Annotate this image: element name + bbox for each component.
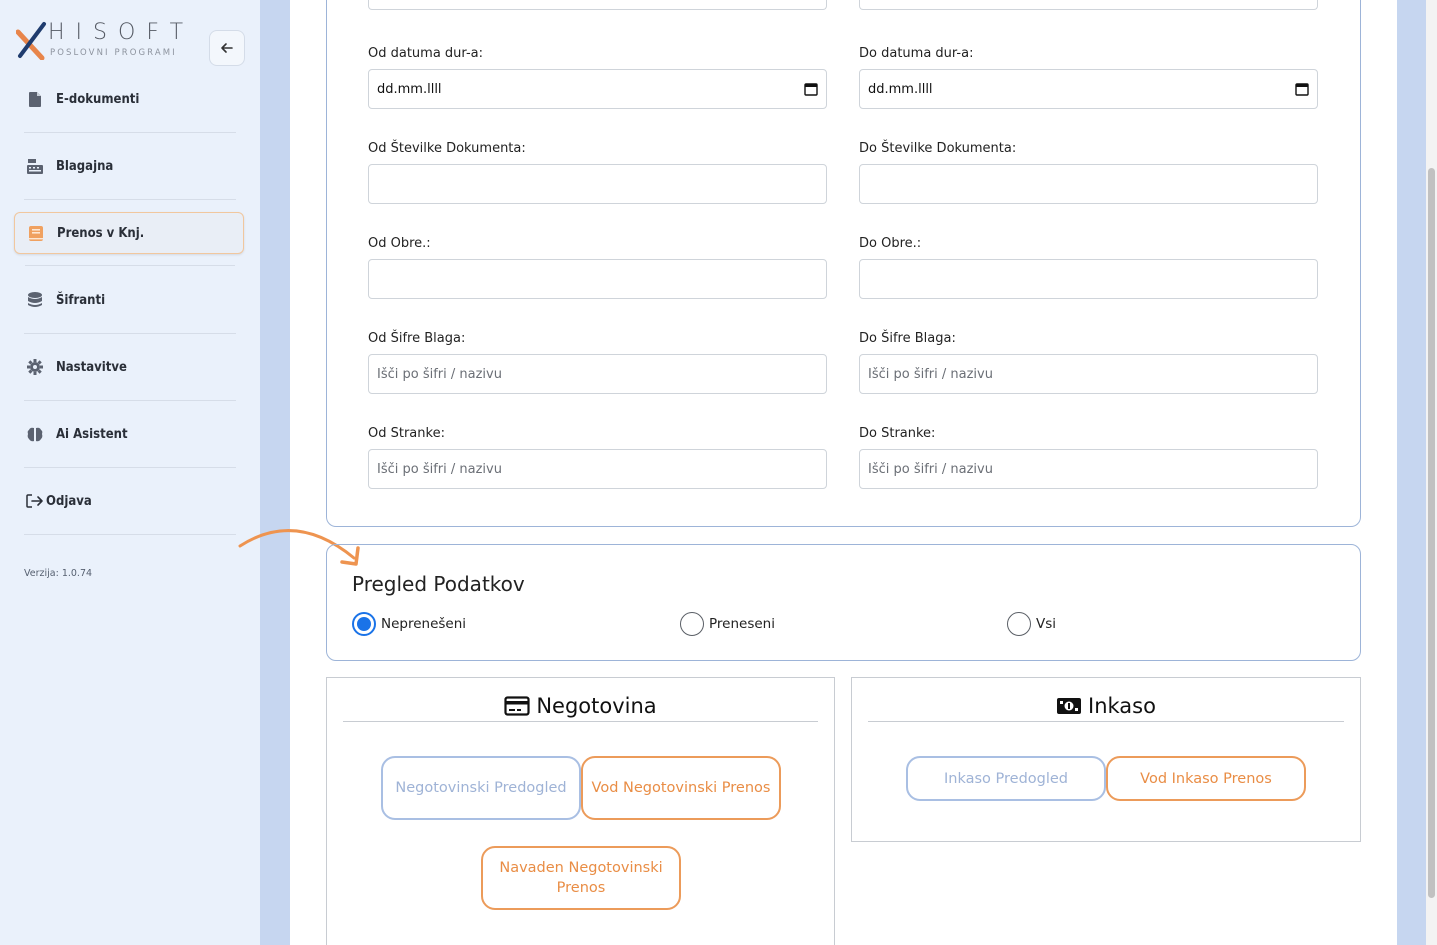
od-sifre-blaga-input[interactable]: Išči po šifri / nazivu xyxy=(368,354,827,394)
od-stevilke-input[interactable] xyxy=(368,164,827,204)
radio-button[interactable] xyxy=(352,612,376,636)
database-icon xyxy=(26,291,44,309)
radio-label: Vsi xyxy=(1036,616,1057,632)
do-datuma-input[interactable]: dd.mm.llll xyxy=(859,69,1318,109)
file-icon xyxy=(26,90,44,108)
sidebar-nav: E-dokumenti Blagajna Prenos v Knj. Šifra… xyxy=(14,78,244,547)
inkaso-predogled-button[interactable]: Inkaso Predogled xyxy=(906,756,1106,801)
previous-field-input[interactable] xyxy=(368,0,827,10)
version-label: Verzija: 1.0.74 xyxy=(24,568,93,579)
do-stevilke-input[interactable] xyxy=(859,164,1318,204)
negotovina-card: Negotovina Negotovinski Predogled Vod Ne… xyxy=(326,677,835,945)
od-sifre-blaga-field: Od Šifre Blaga: Išči po šifri / nazivu xyxy=(368,331,827,394)
sidebar-item-sifranti[interactable]: Šifranti xyxy=(14,279,244,334)
inkaso-title: Inkaso xyxy=(1088,693,1156,718)
page-scrollbar[interactable] xyxy=(1426,0,1437,945)
od-datuma-label: Od datuma dur-a: xyxy=(368,46,483,61)
pregled-title: Pregled Podatkov xyxy=(352,572,525,596)
do-stranke-field: Do Stranke: Išči po šifri / nazivu xyxy=(859,426,1318,489)
negotovina-title: Negotovina xyxy=(536,693,657,718)
sidebar-item-ai-asistent[interactable]: Ai Asistent xyxy=(14,413,244,468)
radio-button[interactable] xyxy=(1007,612,1031,636)
od-datuma-field: Od datuma dur-a: dd.mm.llll xyxy=(368,46,827,109)
od-obre-input[interactable] xyxy=(368,259,827,299)
vod-negotovinski-prenos-button[interactable]: Vod Negotovinski Prenos xyxy=(581,756,781,820)
calendar-icon[interactable] xyxy=(1295,82,1309,96)
od-datuma-value: dd.mm.llll xyxy=(377,81,442,97)
od-stranke-field: Od Stranke: Išči po šifri / nazivu xyxy=(368,426,827,489)
money-bill-icon xyxy=(1057,697,1082,714)
inkaso-header: Inkaso xyxy=(868,690,1344,722)
sidebar-item-blagajna[interactable]: Blagajna xyxy=(14,145,244,200)
radio-nepreneseni[interactable]: Neprenešeni xyxy=(352,612,466,636)
brand-logo: HISOFT POSLOVNI PROGRAMI xyxy=(16,18,206,64)
do-datuma-value: dd.mm.llll xyxy=(868,81,933,97)
logout-icon xyxy=(26,492,44,510)
sidebar-item-label: Ai Asistent xyxy=(56,426,128,442)
hisoft-logo-icon xyxy=(16,22,46,60)
od-datuma-input[interactable]: dd.mm.llll xyxy=(368,69,827,109)
od-obre-label: Od Obre.: xyxy=(368,236,431,251)
do-datuma-field: Do datuma dur-a: dd.mm.llll xyxy=(859,46,1318,109)
radio-label: Neprenešeni xyxy=(381,616,467,632)
sidebar-item-label: Prenos v Knj. xyxy=(57,225,145,241)
od-stranke-input[interactable]: Išči po šifri / nazivu xyxy=(368,449,827,489)
navaden-negotovinski-prenos-button[interactable]: Navaden Negotovinski Prenos xyxy=(481,846,681,910)
arrow-left-icon xyxy=(221,43,233,53)
radio-label: Preneseni xyxy=(709,616,775,632)
sidebar-item-e-dokumenti[interactable]: E-dokumenti xyxy=(14,78,244,133)
sidebar-item-label: Nastavitve xyxy=(56,359,127,375)
negotovina-header: Negotovina xyxy=(343,690,818,722)
book-icon xyxy=(27,224,45,242)
od-stevilke-label: Od Številke Dokumenta: xyxy=(368,141,526,156)
calendar-icon[interactable] xyxy=(804,82,818,96)
do-sifre-blaga-input[interactable]: Išči po šifri / nazivu xyxy=(859,354,1318,394)
brand-name: HISOFT xyxy=(48,20,195,45)
od-stranke-label: Od Stranke: xyxy=(368,426,445,441)
sidebar-item-prenos-v-knj[interactable]: Prenos v Knj. xyxy=(14,212,244,266)
do-obre-label: Do Obre.: xyxy=(859,236,922,251)
do-sifre-blaga-label: Do Šifre Blaga: xyxy=(859,331,956,346)
pregled-podatkov-panel: Pregled Podatkov Neprenešeni Preneseni V… xyxy=(326,544,1361,661)
vod-inkaso-prenos-button[interactable]: Vod Inkaso Prenos xyxy=(1106,756,1306,801)
do-sifre-blaga-field: Do Šifre Blaga: Išči po šifri / nazivu xyxy=(859,331,1318,394)
previous-field-input[interactable] xyxy=(859,0,1318,10)
sidebar: HISOFT POSLOVNI PROGRAMI E-dokumenti Bla… xyxy=(0,0,260,945)
radio-vsi[interactable]: Vsi xyxy=(1007,612,1056,636)
sidebar-item-label: E-dokumenti xyxy=(56,91,140,107)
sidebar-item-label: Šifranti xyxy=(56,292,106,308)
do-stevilke-field: Do Številke Dokumenta: xyxy=(859,141,1318,204)
brand-subtitle: POSLOVNI PROGRAMI xyxy=(50,48,177,58)
od-stevilke-field: Od Številke Dokumenta: xyxy=(368,141,827,204)
do-stevilke-label: Do Številke Dokumenta: xyxy=(859,141,1017,156)
scrollbar-thumb[interactable] xyxy=(1428,168,1435,898)
sidebar-item-label: Odjava xyxy=(46,493,92,509)
negotovinski-predogled-button[interactable]: Negotovinski Predogled xyxy=(381,756,581,820)
od-obre-field: Od Obre.: xyxy=(368,236,827,299)
cash-register-icon xyxy=(26,157,44,175)
od-sifre-blaga-label: Od Šifre Blaga: xyxy=(368,331,466,346)
do-stranke-input[interactable]: Išči po šifri / nazivu xyxy=(859,449,1318,489)
do-obre-input[interactable] xyxy=(859,259,1318,299)
do-obre-field: Do Obre.: xyxy=(859,236,1318,299)
radio-preneseni[interactable]: Preneseni xyxy=(680,612,775,636)
brain-icon xyxy=(26,425,44,443)
do-stranke-label: Do Stranke: xyxy=(859,426,936,441)
gear-icon xyxy=(26,358,44,376)
sidebar-item-nastavitve[interactable]: Nastavitve xyxy=(14,346,244,401)
sidebar-item-odjava[interactable]: Odjava xyxy=(14,480,244,535)
radio-button[interactable] xyxy=(680,612,704,636)
collapse-sidebar-button[interactable] xyxy=(209,30,245,66)
credit-card-icon xyxy=(504,695,530,716)
inkaso-card: Inkaso Inkaso Predogled Vod Inkaso Preno… xyxy=(851,677,1361,842)
do-datuma-label: Do datuma dur-a: xyxy=(859,46,974,61)
sidebar-item-label: Blagajna xyxy=(56,158,114,174)
